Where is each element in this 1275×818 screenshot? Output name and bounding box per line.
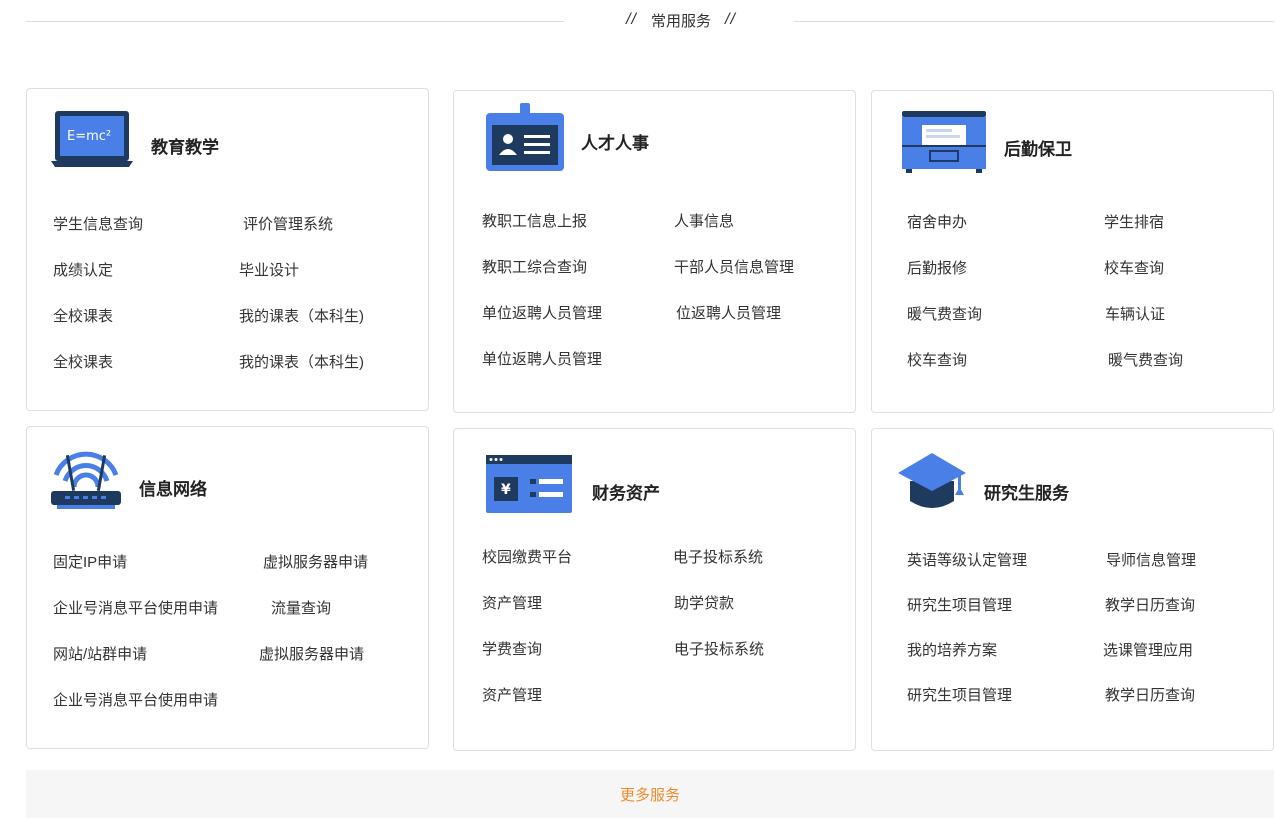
link-e-bidding-system[interactable]: 电子投标系统 <box>673 546 763 567</box>
graduation-cap-icon <box>896 451 968 518</box>
link-english-level-certification[interactable]: 英语等级认定管理 <box>907 549 1027 570</box>
header-slash-right: // <box>725 11 736 28</box>
card-title-logistics: 后勤保卫 <box>1004 140 1072 159</box>
link-student-loan[interactable]: 助学贷款 <box>674 592 734 613</box>
link-vehicle-certification[interactable]: 车辆认证 <box>1105 303 1165 324</box>
link-website-application[interactable]: 网站/站群申请 <box>53 643 147 664</box>
header-line-left <box>26 21 564 22</box>
link-shuttle-query-2[interactable]: 校车查询 <box>907 349 967 370</box>
section-title: 常用服务 <box>650 12 711 30</box>
link-e-bidding-system-2[interactable]: 电子投标系统 <box>674 638 764 659</box>
link-student-info[interactable]: 学生信息查询 <box>53 213 143 234</box>
wifi-router-icon <box>51 449 121 516</box>
link-hr-info[interactable]: 人事信息 <box>674 210 734 231</box>
link-grade-certification[interactable]: 成绩认定 <box>53 259 113 280</box>
finance-window-icon: ¥ <box>486 455 572 518</box>
yen-sign: ¥ <box>501 482 511 498</box>
link-course-selection[interactable]: 选课管理应用 <box>1103 639 1193 660</box>
link-heating-fee-query[interactable]: 暖气费查询 <box>907 303 982 324</box>
link-evaluation-system[interactable]: 评价管理系统 <box>243 213 333 234</box>
link-supervisor-info[interactable]: 导师信息管理 <box>1106 549 1196 570</box>
card-title-education: 教育教学 <box>151 138 219 157</box>
link-traffic-query[interactable]: 流量查询 <box>271 597 331 618</box>
link-heating-fee-query-2[interactable]: 暖气费查询 <box>1108 349 1183 370</box>
service-card-logistics: 后勤保卫 宿舍申办 学生排宿 后勤报修 校车查询 暖气费查询 车辆认证 校车查询… <box>871 90 1274 413</box>
service-card-hr: 人才人事 教职工信息上报 人事信息 教职工综合查询 干部人员信息管理 单位返聘人… <box>453 90 856 413</box>
link-shuttle-query[interactable]: 校车查询 <box>1104 257 1164 278</box>
more-services-button[interactable]: 更多服务 <box>26 770 1274 818</box>
link-teaching-calendar[interactable]: 教学日历查询 <box>1105 594 1195 615</box>
section-header: // 常用服务 // <box>566 9 796 31</box>
link-my-timetable[interactable]: 我的课表（本科生) <box>239 305 364 326</box>
link-rehire-management[interactable]: 单位返聘人员管理 <box>482 302 602 323</box>
link-enterprise-message-platform-2[interactable]: 企业号消息平台使用申请 <box>53 689 218 710</box>
link-asset-management-2[interactable]: 资产管理 <box>482 684 542 705</box>
link-my-timetable-2[interactable]: 我的课表（本科生) <box>239 351 364 372</box>
link-asset-management[interactable]: 资产管理 <box>482 592 542 613</box>
link-teaching-calendar-2[interactable]: 教学日历查询 <box>1105 684 1195 705</box>
link-rehire-management-3[interactable]: 单位返聘人员管理 <box>482 348 602 369</box>
link-graduate-project-management-2[interactable]: 研究生项目管理 <box>907 684 1012 705</box>
header-slash-left: // <box>626 11 637 28</box>
link-school-timetable[interactable]: 全校课表 <box>53 305 113 326</box>
link-cadre-management[interactable]: 干部人员信息管理 <box>674 256 794 277</box>
link-graduation-design[interactable]: 毕业设计 <box>239 259 299 280</box>
card-title-hr: 人才人事 <box>581 134 649 153</box>
link-logistics-repair[interactable]: 后勤报修 <box>907 257 967 278</box>
service-card-finance: ¥ 财务资产 校园缴费平台 电子投标系统 资产管理 助学贷款 学费查询 电子投标… <box>453 428 856 751</box>
link-training-plan[interactable]: 我的培养方案 <box>907 639 997 660</box>
link-tuition-query[interactable]: 学费查询 <box>482 638 542 659</box>
card-title-network: 信息网络 <box>139 480 207 499</box>
card-title-graduate: 研究生服务 <box>984 484 1069 503</box>
link-virtual-server-application[interactable]: 虚拟服务器申请 <box>263 551 368 572</box>
link-dorm-application[interactable]: 宿舍申办 <box>907 211 967 232</box>
link-staff-info-report[interactable]: 教职工信息上报 <box>482 210 587 231</box>
service-card-education: E=mc² 教育教学 学生信息查询 评价管理系统 成绩认定 毕业设计 全校课表 … <box>26 88 429 411</box>
link-virtual-server-application-2[interactable]: 虚拟服务器申请 <box>259 643 364 664</box>
link-school-timetable-2[interactable]: 全校课表 <box>53 351 113 372</box>
link-fixed-ip-application[interactable]: 固定IP申请 <box>53 551 127 572</box>
link-graduate-project-management[interactable]: 研究生项目管理 <box>907 594 1012 615</box>
service-card-network: 信息网络 固定IP申请 虚拟服务器申请 企业号消息平台使用申请 流量查询 网站/… <box>26 426 429 749</box>
laptop-emc2-icon: E=mc² <box>51 109 133 174</box>
link-student-dorm-arrangement[interactable]: 学生排宿 <box>1104 211 1164 232</box>
link-campus-payment[interactable]: 校园缴费平台 <box>482 546 572 567</box>
file-drawer-icon <box>902 111 986 178</box>
link-staff-query[interactable]: 教职工综合查询 <box>482 256 587 277</box>
emc2-text: E=mc² <box>67 129 111 144</box>
id-badge-icon <box>486 103 564 176</box>
link-enterprise-message-platform[interactable]: 企业号消息平台使用申请 <box>53 597 218 618</box>
service-card-graduate: 研究生服务 英语等级认定管理 导师信息管理 研究生项目管理 教学日历查询 我的培… <box>871 428 1274 751</box>
more-services-label: 更多服务 <box>619 786 680 804</box>
card-title-finance: 财务资产 <box>592 484 660 503</box>
link-rehire-management-2[interactable]: 位返聘人员管理 <box>676 302 781 323</box>
header-line-right <box>794 21 1274 22</box>
